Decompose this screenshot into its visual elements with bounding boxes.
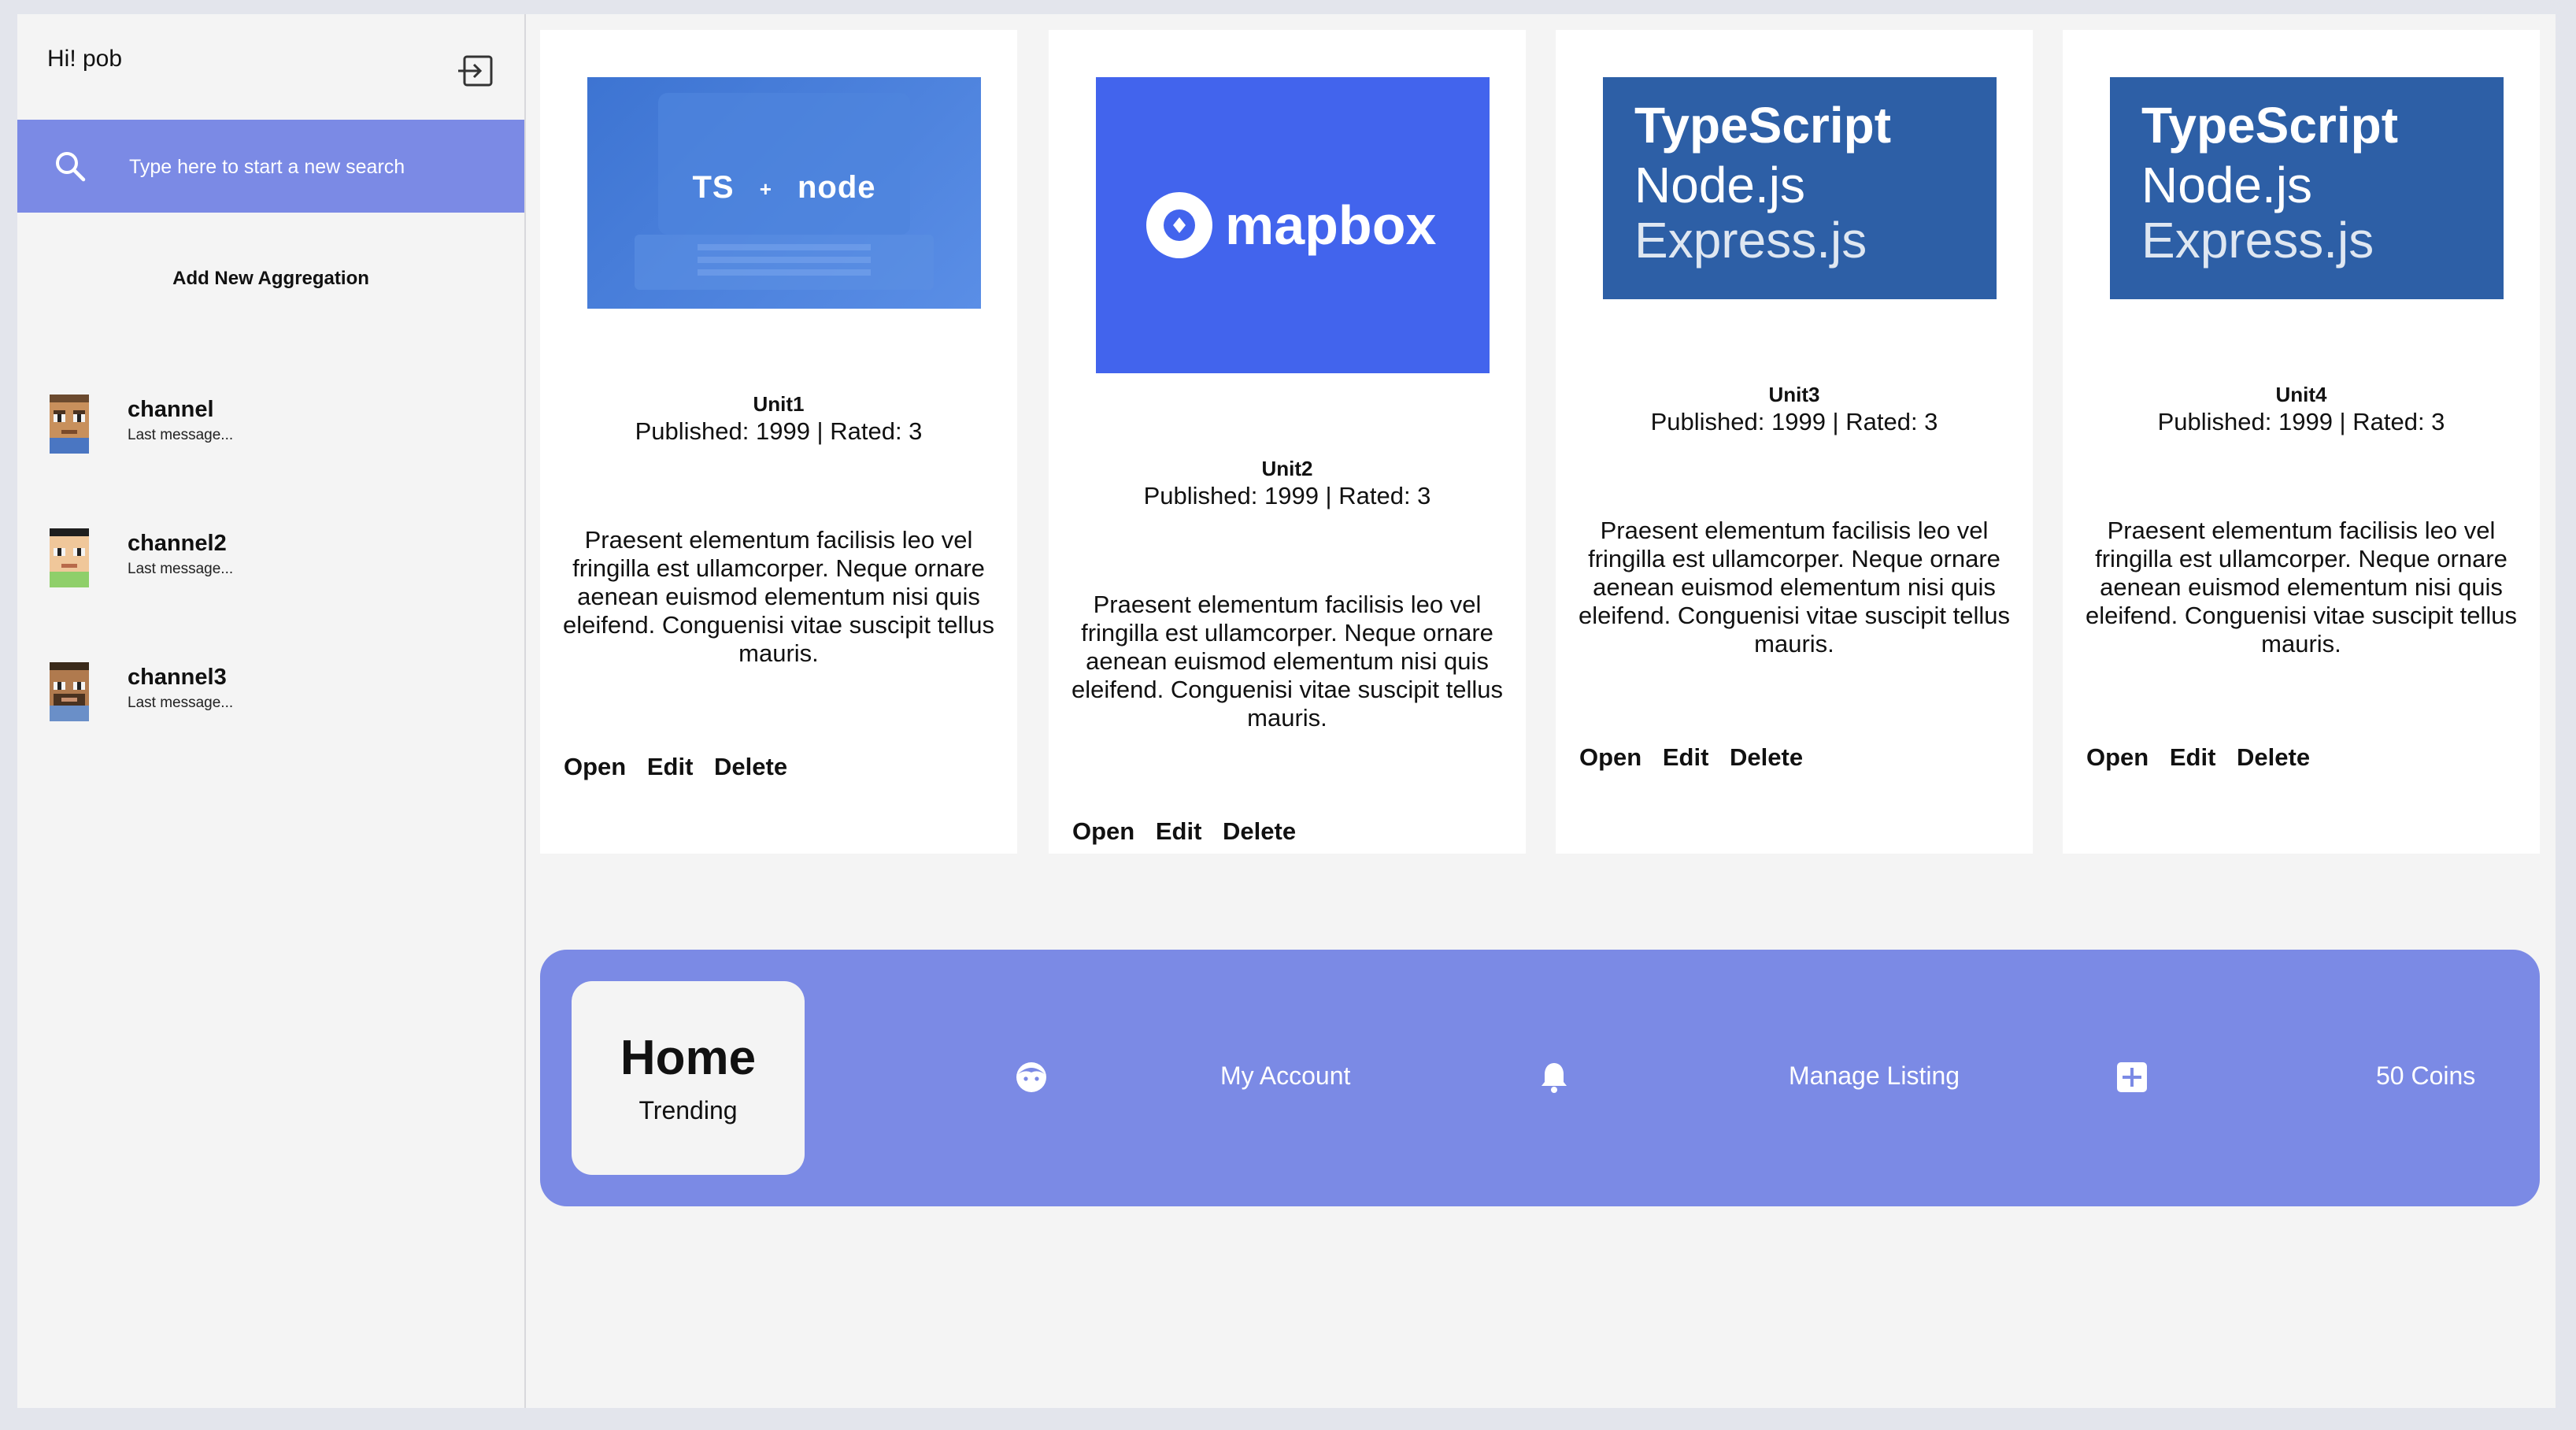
card-thumbnail: TypeScript Node.js Express.js — [1603, 77, 1997, 299]
home-tab[interactable]: Home Trending — [572, 981, 805, 1175]
channel-item[interactable]: channel Last message... — [38, 391, 502, 461]
app-window: Hi! pob Add New Aggregation — [17, 14, 2556, 1408]
card-meta: Published: 1999 | Rated: 3 — [1650, 408, 1938, 435]
channel-name: channel2 — [128, 531, 227, 556]
thumbnail-logo-text: TS + node — [587, 170, 981, 206]
card-meta: Published: 1999 | Rated: 3 — [635, 417, 923, 445]
card-actions: Open Edit Delete — [564, 753, 801, 781]
coins-balance[interactable]: 50 Coins — [2376, 1061, 2475, 1091]
node-logo: node — [798, 170, 876, 205]
card-thumbnail: TypeScript Node.js Express.js — [2110, 77, 2504, 299]
avatar — [50, 528, 89, 587]
greeting: Hi! pob — [47, 46, 123, 72]
search-bar — [17, 120, 524, 213]
thumbnail-line-3: Express.js — [2141, 212, 2374, 269]
channel-last-message: Last message... — [128, 427, 234, 443]
delete-button[interactable]: Delete — [1223, 817, 1296, 845]
delete-button[interactable]: Delete — [1730, 743, 1803, 771]
thumbnail-line-2: Node.js — [2141, 157, 2312, 213]
open-button[interactable]: Open — [564, 753, 626, 780]
bell-icon[interactable] — [1537, 1060, 1571, 1095]
thumbnail-line-1: TypeScript — [1634, 97, 1891, 154]
my-account-link[interactable]: My Account — [1220, 1061, 1350, 1091]
card-title: Unit4 — [2275, 383, 2327, 406]
card-meta: Published: 1999 | Rated: 3 — [2157, 408, 2445, 435]
avatar — [50, 395, 89, 454]
card-actions: Open Edit Delete — [1072, 817, 1310, 846]
thumbnail-line-3: Express.js — [1634, 212, 1867, 269]
open-button[interactable]: Open — [2086, 743, 2149, 771]
card-description: Praesent elementum facilisis leo vel fri… — [1071, 591, 1503, 732]
card-description: Praesent elementum facilisis leo vel fri… — [1579, 517, 2010, 658]
card-actions: Open Edit Delete — [1579, 743, 1817, 772]
face-icon[interactable] — [1014, 1060, 1049, 1095]
edit-button[interactable]: Edit — [1156, 817, 1202, 845]
unit-card: TS + node Unit1 Published: 1999 | Rated:… — [540, 30, 1017, 854]
add-aggregation-button[interactable]: Add New Aggregation — [17, 268, 524, 290]
delete-button[interactable]: Delete — [2237, 743, 2310, 771]
open-button[interactable]: Open — [1579, 743, 1641, 771]
card-meta: Published: 1999 | Rated: 3 — [1143, 482, 1431, 509]
channel-last-message: Last message... — [128, 561, 234, 577]
mapbox-logo-icon — [1146, 192, 1212, 258]
channel-item[interactable]: channel2 Last message... — [38, 524, 502, 595]
bottom-nav: Home Trending My Account Manage Listing … — [540, 950, 2540, 1206]
open-button[interactable]: Open — [1072, 817, 1134, 845]
unit-card: TypeScript Node.js Express.js Unit4 Publ… — [2063, 30, 2540, 854]
card-title: Unit3 — [1768, 383, 1820, 406]
manage-listing-link[interactable]: Manage Listing — [1789, 1061, 1960, 1091]
logout-icon[interactable] — [452, 46, 502, 96]
channel-item[interactable]: channel3 Last message... — [38, 658, 502, 729]
card-description: Praesent elementum facilisis leo vel fri… — [563, 526, 994, 667]
mapbox-logo-text: mapbox — [1225, 194, 1437, 256]
card-description: Praesent elementum facilisis leo vel fri… — [2086, 517, 2517, 658]
thumbnail-line-2: Node.js — [1634, 157, 1805, 213]
home-sublabel: Trending — [638, 1096, 738, 1124]
edit-button[interactable]: Edit — [1663, 743, 1709, 771]
channel-last-message: Last message... — [128, 695, 234, 711]
search-icon — [56, 152, 86, 182]
unit-card: TypeScript Node.js Express.js Unit3 Publ… — [1556, 30, 2033, 854]
card-actions: Open Edit Delete — [2086, 743, 2324, 772]
card-title: Unit2 — [1261, 457, 1313, 480]
edit-button[interactable]: Edit — [2170, 743, 2216, 771]
unit-card: mapbox Unit2 Published: 1999 | Rated: 3 … — [1049, 30, 1526, 854]
plus-sign: + — [759, 176, 772, 201]
card-thumbnail: mapbox — [1096, 77, 1490, 373]
home-label: Home — [620, 1031, 757, 1085]
search-input[interactable] — [128, 148, 493, 186]
channel-name: channel3 — [128, 665, 227, 690]
card-thumbnail: TS + node — [587, 77, 981, 309]
sidebar: Hi! pob Add New Aggregation — [17, 14, 526, 1408]
delete-button[interactable]: Delete — [714, 753, 787, 780]
typescript-logo: TS — [692, 170, 735, 205]
avatar — [50, 662, 89, 721]
channel-name: channel — [128, 397, 214, 422]
edit-button[interactable]: Edit — [647, 753, 694, 780]
thumbnail-line-1: TypeScript — [2141, 97, 2398, 154]
card-title: Unit1 — [753, 392, 805, 416]
plus-square-icon[interactable] — [2115, 1060, 2149, 1095]
